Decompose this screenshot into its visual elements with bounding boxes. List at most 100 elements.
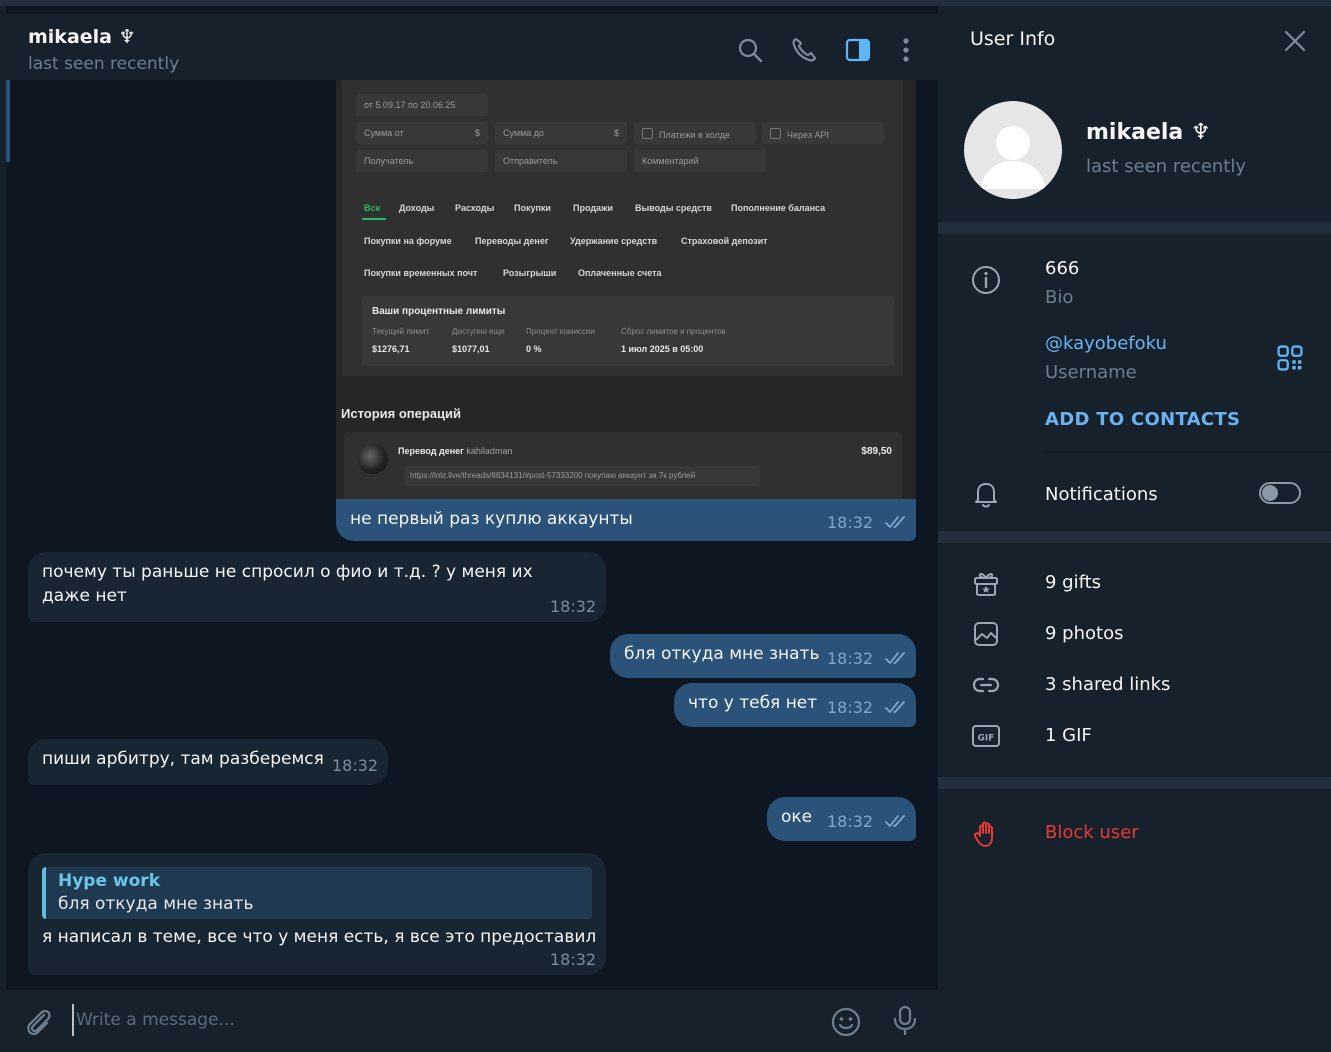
gif-icon: GIF xyxy=(970,720,1002,752)
message-text: бля откуда мне знать xyxy=(624,644,820,664)
message-incoming[interactable]: пиши арбитру, там разберемся 18:32 xyxy=(28,739,388,785)
screenshot-limit-label: Доступно еще xyxy=(452,327,505,336)
screenshot-limit-value: $1276,71 xyxy=(372,344,410,354)
emoji-icon[interactable] xyxy=(830,1006,862,1038)
message-outgoing[interactable]: не первый раз куплю аккаунты 18:32 xyxy=(336,499,916,541)
chat-contact-name[interactable]: mikaela ♆ xyxy=(28,26,136,48)
screenshot-operation-link: https://lolz.live/threads/8834131/#post-… xyxy=(404,466,760,486)
message-time: 18:32 xyxy=(827,812,874,831)
message-text: я написал в теме, все что у меня есть, я… xyxy=(42,927,597,947)
message-outgoing[interactable]: что у тебя нет 18:32 xyxy=(674,683,916,727)
message-time: 18:32 xyxy=(550,950,597,969)
reply-quote[interactable]: Hype work бля откуда мне знать xyxy=(42,867,592,919)
screenshot-tab: Продажи xyxy=(573,203,613,213)
link-icon xyxy=(970,669,1002,701)
phone-icon[interactable] xyxy=(790,36,818,64)
bell-icon xyxy=(970,478,1002,510)
screenshot-operation-title: Перевод денег kahiladman xyxy=(398,446,513,456)
message-text: оке xyxy=(781,807,813,827)
message-time: 18:32 xyxy=(827,513,874,532)
screenshot-tab: Пополнение баланса xyxy=(731,203,826,213)
screenshot-tab: Покупки временных почт xyxy=(364,268,478,278)
double-check-icon xyxy=(885,650,909,666)
gift-icon xyxy=(970,567,1002,599)
screenshot-tab: Покупки xyxy=(514,203,551,213)
hand-icon xyxy=(970,818,1002,850)
message-screenshot-image[interactable]: от 5.09.17 по 20.06.25 Сумма от $ Сумма д… xyxy=(336,78,916,502)
double-check-icon xyxy=(885,699,909,715)
screenshot-tab: Выводы средств xyxy=(635,203,712,213)
search-icon[interactable] xyxy=(736,36,764,64)
microphone-icon[interactable] xyxy=(889,1004,921,1036)
info-icon xyxy=(970,264,1002,296)
screenshot-limit-label: Процент комиссии xyxy=(526,327,595,336)
more-vertical-icon[interactable] xyxy=(892,36,920,64)
message-time: 18:32 xyxy=(827,649,874,668)
screenshot-comment: Комментарий xyxy=(634,150,766,172)
message-text: пиши арбитру, там разберемся xyxy=(42,749,324,769)
screenshot-tab: Покупки на форуме xyxy=(364,236,452,246)
username-value[interactable]: @kayobefoku xyxy=(1045,333,1167,354)
screenshot-hold-checkbox: Платежи в холде xyxy=(634,122,756,144)
add-to-contacts-button[interactable]: ADD TO CONTACTS xyxy=(1045,409,1240,430)
screenshot-amount-from: Сумма от $ xyxy=(356,122,488,144)
block-user-button[interactable]: Block user xyxy=(1045,822,1139,843)
user-info-title: User Info xyxy=(970,28,1056,50)
row-separator xyxy=(1045,452,1331,453)
screenshot-limit-label: Сброс лимитов и процентов xyxy=(621,327,726,336)
screenshot-tab: Удержание средств xyxy=(570,236,658,246)
message-outgoing[interactable]: оке 18:32 xyxy=(767,797,916,841)
section-divider xyxy=(938,531,1331,543)
photo-icon xyxy=(970,618,1002,650)
profile-name: mikaela ♆ xyxy=(1086,120,1211,145)
chat-contact-status: last seen recently xyxy=(28,54,180,74)
avatar[interactable] xyxy=(964,101,1062,199)
screenshot-limits-title: Ваши процентные лимиты xyxy=(372,306,506,317)
close-icon[interactable] xyxy=(1282,28,1308,54)
notifications-label: Notifications xyxy=(1045,484,1158,505)
screenshot-tab: Расходы xyxy=(455,203,495,213)
screenshot-filter-panel: от 5.09.17 по 20.06.25 Сумма от $ Сумма д… xyxy=(342,78,903,376)
screenshot-recipient: Получатель xyxy=(356,150,488,172)
message-time: 18:32 xyxy=(550,597,597,616)
chat-scrollbar[interactable] xyxy=(6,80,10,162)
screenshot-limit-value: $1077,01 xyxy=(452,344,490,354)
message-time: 18:32 xyxy=(332,756,379,775)
message-outgoing[interactable]: бля откуда мне знать 18:32 xyxy=(610,634,916,678)
message-incoming[interactable]: почему ты раньше не спросил о фио и т.д.… xyxy=(28,552,606,622)
section-divider xyxy=(938,777,1331,789)
screenshot-tab: Все xyxy=(364,203,381,213)
gifs-link[interactable]: 1 GIF xyxy=(1045,725,1092,746)
photos-link[interactable]: 9 photos xyxy=(1045,623,1123,644)
toggle-knob xyxy=(1262,485,1278,501)
screenshot-limit-value: 0 % xyxy=(526,344,542,354)
sidebar-toggle-icon[interactable] xyxy=(844,36,872,64)
bio-value: 666 xyxy=(1045,258,1080,279)
notifications-toggle[interactable] xyxy=(1259,482,1301,504)
reply-author: Hype work xyxy=(58,871,160,891)
message-text: почему ты раньше не спросил о фио и т.д.… xyxy=(42,562,533,606)
screenshot-amount-to: Сумма до $ xyxy=(495,122,627,144)
message-composer xyxy=(6,990,938,1052)
screenshot-limits-card: Ваши процентные лимиты Текущий лимит Дос… xyxy=(362,296,894,366)
screenshot-operation-card: Перевод денег kahiladman $89,50 https://… xyxy=(344,432,902,502)
message-text: что у тебя нет xyxy=(688,693,818,713)
screenshot-tab: Оплаченные счета xyxy=(578,268,662,278)
chat-header[interactable]: mikaela ♆ last seen recently xyxy=(6,14,938,80)
svg-text:GIF: GIF xyxy=(978,734,995,744)
username-label: Username xyxy=(1045,362,1137,383)
message-input[interactable] xyxy=(72,1004,792,1036)
message-incoming-reply[interactable]: Hype work бля откуда мне знать я написал… xyxy=(28,853,606,975)
screenshot-limit-label: Текущий лимит xyxy=(372,327,429,336)
message-time: 18:32 xyxy=(827,698,874,717)
gifts-link[interactable]: 9 gifts xyxy=(1045,572,1101,593)
profile-status: last seen recently xyxy=(1086,156,1247,177)
screenshot-operation-avatar xyxy=(358,444,388,474)
qr-code-icon[interactable] xyxy=(1274,342,1303,371)
screenshot-tab: Розыгрыши xyxy=(503,268,557,278)
screenshot-active-tab-underline xyxy=(362,218,386,220)
message-text: не первый раз куплю аккаунты xyxy=(350,509,633,529)
attach-icon[interactable] xyxy=(22,1006,54,1038)
screenshot-date-range: от 5.09.17 по 20.06.25 xyxy=(356,94,488,116)
shared-links-link[interactable]: 3 shared links xyxy=(1045,674,1170,695)
